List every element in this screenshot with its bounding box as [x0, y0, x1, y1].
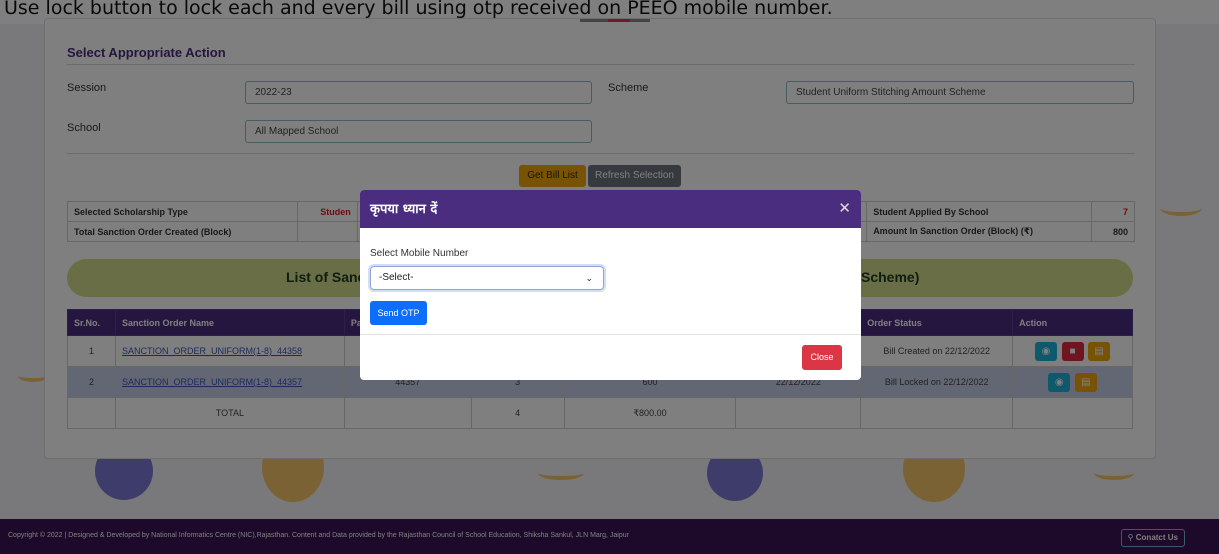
modal-header: कृपया ध्यान दें ✕ — [360, 190, 861, 228]
modal-title: कृपया ध्यान दें — [370, 202, 438, 217]
otp-modal: कृपया ध्यान दें ✕ Select Mobile Number -… — [360, 190, 861, 380]
close-button[interactable]: Close — [802, 345, 842, 370]
close-icon[interactable]: ✕ — [838, 199, 851, 217]
select-value: -Select- — [379, 272, 414, 283]
modal-divider — [360, 334, 861, 335]
send-otp-button[interactable]: Send OTP — [370, 301, 427, 325]
chevron-down-icon: ⌄ — [585, 273, 593, 283]
mobile-number-select[interactable]: -Select- ⌄ — [370, 266, 604, 290]
mobile-number-label: Select Mobile Number — [370, 248, 469, 259]
